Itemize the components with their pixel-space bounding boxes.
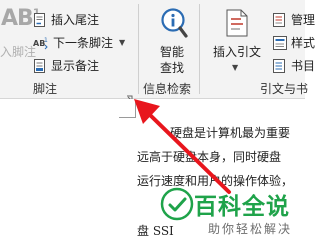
footnotes-group-label: 脚注: [33, 82, 58, 96]
manage-sources-label: 管理: [291, 13, 316, 27]
document-line: 远高于硬盘本身，同时硬盘: [137, 150, 282, 164]
watermark: 百科全说 助你轻松解决: [160, 187, 305, 247]
watermark-subtitle: 助你轻松解决: [208, 222, 293, 236]
search-icon: [158, 7, 188, 39]
chevron-down-icon[interactable]: ▼: [232, 63, 238, 72]
insert-footnote-label: 入脚注: [0, 45, 37, 59]
next-footnote-button[interactable]: AB 1 下一条脚注 ▼: [33, 34, 125, 51]
citation-style-dropdown[interactable]: 样式: [273, 34, 315, 51]
next-footnote-label: 下一条脚注: [53, 36, 114, 50]
group-divider: [199, 4, 200, 94]
footnote-dialog-launcher-icon[interactable]: [126, 88, 134, 103]
insert-endnote-button[interactable]: 插入尾注: [33, 11, 99, 28]
next-footnote-icon: AB 1: [33, 36, 49, 50]
manage-sources-button[interactable]: 管理: [273, 11, 315, 28]
group-divider: [138, 4, 139, 94]
show-notes-icon: [33, 58, 47, 73]
style-label: 样式: [291, 36, 316, 50]
research-group-label: 信息检索: [143, 82, 192, 96]
smart-lookup-label-1: 智能: [159, 45, 184, 59]
bibliography-button[interactable]: 书目: [273, 57, 315, 74]
watermark-title: 百科全说: [194, 194, 290, 220]
insert-citation-icon: [226, 9, 248, 37]
bibliography-icon: [273, 58, 287, 73]
margin-corner-mark: [119, 101, 136, 118]
document-line: 硬盘是计算机最为重要: [170, 126, 291, 140]
chevron-down-icon[interactable]: ▼: [119, 38, 125, 47]
style-icon: [273, 35, 287, 50]
smart-lookup-label-2: 查找: [159, 61, 184, 75]
insert-citation-label: 插入引文: [212, 45, 261, 59]
citations-group-label: 引文与书: [260, 82, 309, 96]
show-notes-label: 显示备注: [51, 59, 100, 73]
insert-endnote-icon: [33, 12, 47, 27]
insert-endnote-label: 插入尾注: [51, 13, 100, 27]
watermark-logo-icon: [160, 187, 194, 221]
svg-text:1: 1: [44, 37, 48, 44]
ribbon: AB1 入脚注 插入尾注 AB1 下一条脚注 ▼ 显示备注 脚注: [0, 0, 315, 103]
show-notes-button[interactable]: 显示备注: [33, 57, 99, 74]
manage-sources-icon: [273, 12, 287, 27]
bibliography-label: 书目: [291, 59, 316, 73]
